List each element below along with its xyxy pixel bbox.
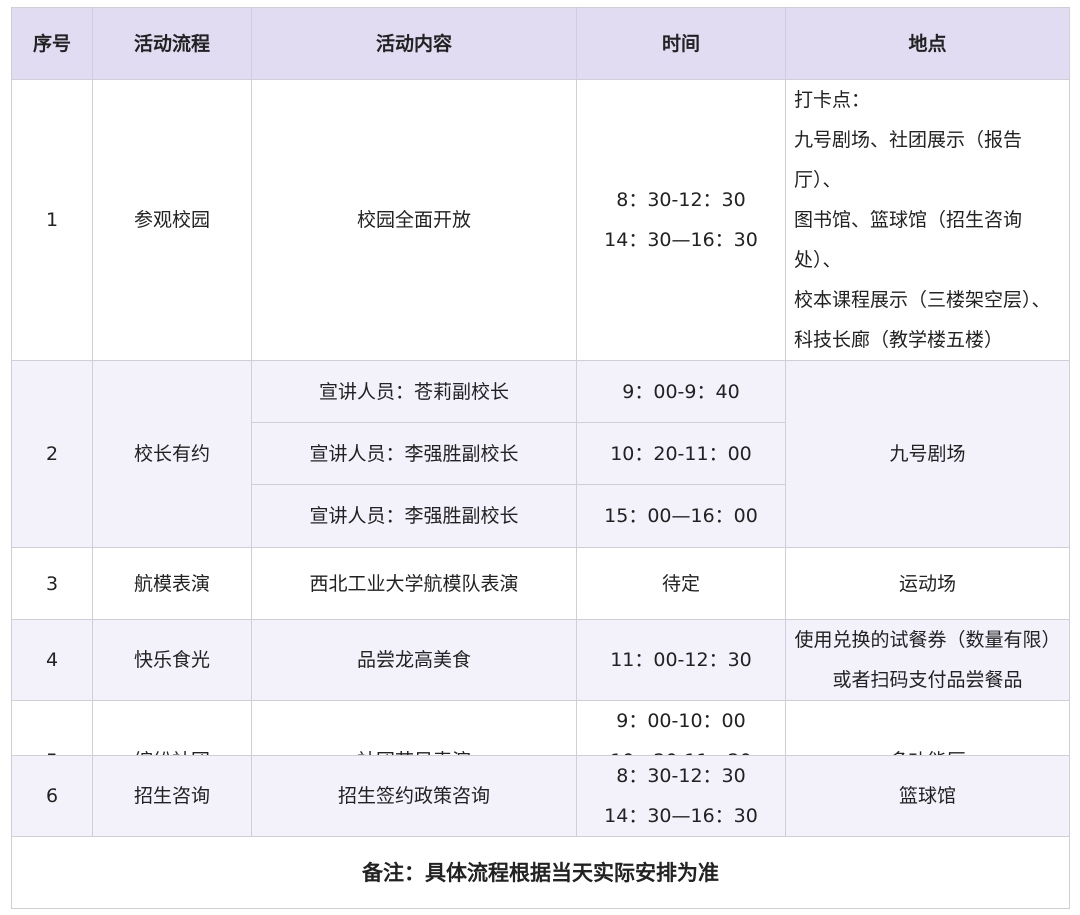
location-line: 打卡点： [794,89,871,111]
table-row: 3 航模表演 西北工业大学航模队表演 待定 运动场 [11,547,1070,620]
row-time: 9：00-9：40 [576,360,786,423]
row-no: 2 [11,360,93,548]
row-location: 九号剧场 [785,360,1070,548]
row-no: 4 [11,619,93,701]
row-content: 品尝龙高美食 [251,619,577,701]
row-flow: 参观校园 [92,79,252,361]
row-no: 3 [11,547,93,620]
location-line: 九号剧场、社团展示（报告厅）、 [794,129,1023,191]
location-line: 或者扫码支付品尝餐品 [832,669,1023,691]
time-line: 14：30—16：30 [604,229,758,251]
location-line: 科技长廊（教学楼五楼） [794,329,1004,351]
row-flow: 招生咨询 [92,755,252,837]
row-time: 10：20-11：00 [576,422,786,485]
location-line: 校本课程展示（三楼架空层）、 [794,289,1051,311]
table-row: 1 参观校园 校园全面开放 8：30-12：30 14：30—16：30 打卡点… [11,79,1070,361]
location-line: 使用兑换的试餐券（数量有限） [794,629,1061,651]
row-content: 宣讲人员：李强胜副校长 [251,422,577,485]
row-time: 待定 [576,547,786,620]
row-no: 6 [11,755,93,837]
row-time: 15：00—16：00 [576,484,786,548]
time-line: 8：30-12：30 [616,189,746,211]
time-line: 9：00-10：00 [616,710,746,732]
row-content: 校园全面开放 [251,79,577,361]
header-time: 时间 [576,7,786,80]
row-flow: 航模表演 [92,547,252,620]
note-row: 备注：具体流程根据当天实际安排为准 [11,836,1070,909]
location-line: 图书馆、篮球馆（招生咨询处）、 [794,209,1023,271]
time-line: 14：30—16：30 [604,805,758,827]
row-content: 招生签约政策咨询 [251,755,577,837]
row-content: 宣讲人员：李强胜副校长 [251,484,577,548]
row-flow: 快乐食光 [92,619,252,701]
row-content: 西北工业大学航模队表演 [251,547,577,620]
row-flow: 校长有约 [92,360,252,548]
schedule-table: 序号 活动流程 活动内容 时间 地点 1 参观校园 校园全面开放 8：30-12… [11,7,1070,822]
row-time: 8：30-12：30 14：30—16：30 [576,79,786,361]
row-no: 1 [11,79,93,361]
header-row: 序号 活动流程 活动内容 时间 地点 [11,7,1070,80]
row-time: 8：30-12：30 14：30—16：30 [576,755,786,837]
header-no: 序号 [11,7,93,80]
schedule-table-continued: 6 招生咨询 招生签约政策咨询 8：30-12：30 14：30—16：30 篮… [11,755,1070,909]
row-location: 使用兑换的试餐券（数量有限） 或者扫码支付品尝餐品 [785,619,1070,701]
row-location: 打卡点： 九号剧场、社团展示（报告厅）、 图书馆、篮球馆（招生咨询处）、 校本课… [785,79,1070,361]
row-time: 11：00-12：30 [576,619,786,701]
header-content: 活动内容 [251,7,577,80]
table-row: 4 快乐食光 品尝龙高美食 11：00-12：30 使用兑换的试餐券（数量有限）… [11,619,1070,701]
table-row: 2 校长有约 宣讲人员：苍莉副校长 9：00-9：40 九号剧场 [11,360,1070,548]
row-location: 运动场 [785,547,1070,620]
table-row: 6 招生咨询 招生签约政策咨询 8：30-12：30 14：30—16：30 篮… [11,755,1070,837]
time-line: 8：30-12：30 [616,765,746,787]
header-location: 地点 [785,7,1070,80]
row-location: 篮球馆 [785,755,1070,837]
header-flow: 活动流程 [92,7,252,80]
row-content: 宣讲人员：苍莉副校长 [251,360,577,423]
note-text: 备注：具体流程根据当天实际安排为准 [11,836,1070,909]
